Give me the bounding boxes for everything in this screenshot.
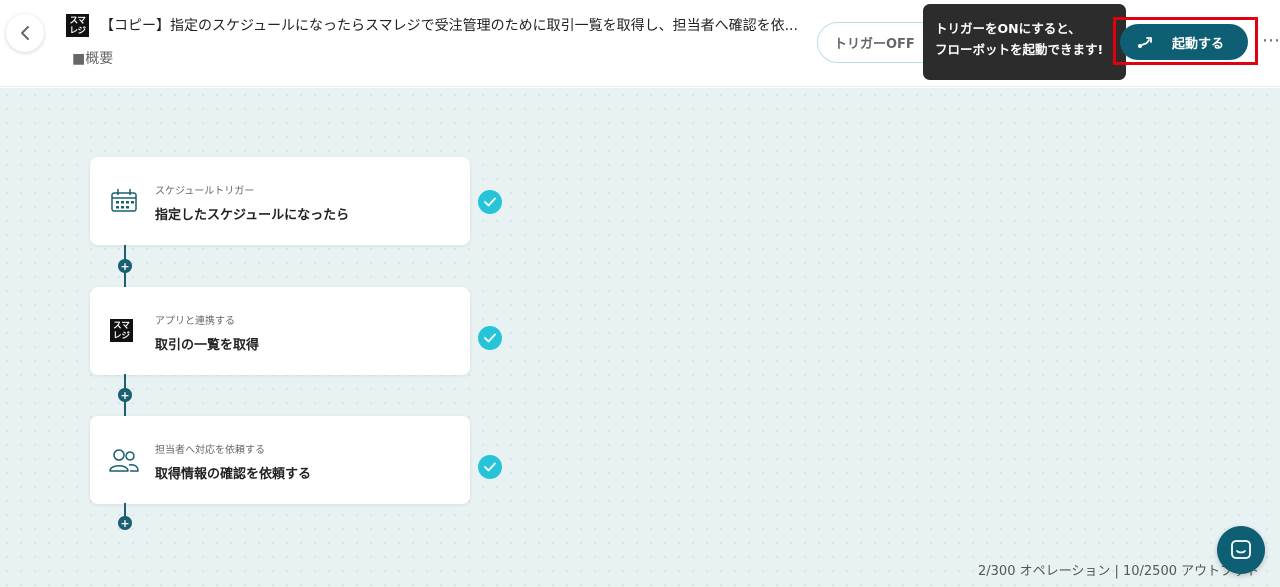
step-type-label: スケジュールトリガー bbox=[155, 186, 255, 197]
more-horizontal-icon[interactable]: ⋯ bbox=[1262, 30, 1280, 51]
chat-icon bbox=[1231, 540, 1251, 559]
smaregi-logo-icon: スマ レジ bbox=[110, 319, 133, 342]
calendar-icon bbox=[111, 189, 137, 212]
step-type-label: アプリと連携する bbox=[155, 316, 235, 327]
summary-link[interactable]: ■概要 bbox=[72, 48, 113, 68]
step-card-get-transactions[interactable]: スマ レジ アプリと連携する 取引の一覧を取得 bbox=[90, 287, 470, 375]
add-step-button[interactable]: + bbox=[118, 516, 132, 530]
add-step-button[interactable]: + bbox=[118, 259, 132, 273]
step-name-label: 指定したスケジュールになったら bbox=[155, 208, 350, 223]
header-bar: スマ レジ 【コピー】指定のスケジュールになったらスマレジで受注管理のために取引一… bbox=[0, 0, 1280, 87]
tooltip-line-1: トリガーをONにすると、 bbox=[935, 21, 1081, 36]
tooltip-line-2: フローボットを起動できます! bbox=[935, 42, 1104, 57]
route-icon bbox=[1138, 37, 1152, 48]
flow-title: 【コピー】指定のスケジュールになったらスマレジで受注管理のために取引一覧を取得し… bbox=[100, 18, 798, 34]
users-icon bbox=[109, 449, 139, 472]
step-card-schedule-trigger[interactable]: スケジュールトリガー 指定したスケジュールになったら bbox=[90, 157, 470, 245]
usage-counter: 2/300 オペレーション | 10/2500 アウトプット bbox=[978, 564, 1260, 579]
step-card-request-confirmation[interactable]: 担当者へ対応を依頼する 取得情報の確認を依頼する bbox=[90, 416, 470, 504]
launch-button[interactable]: 起動する bbox=[1120, 24, 1248, 60]
chevron-left-icon bbox=[21, 26, 29, 40]
trigger-tooltip: トリガーをONにすると、 フローボットを起動できます! bbox=[923, 4, 1126, 80]
check-icon bbox=[478, 326, 502, 350]
check-icon bbox=[478, 455, 502, 479]
chat-support-button[interactable] bbox=[1217, 526, 1265, 574]
launch-button-label: 起動する bbox=[1172, 37, 1225, 52]
check-icon bbox=[478, 190, 502, 214]
step-name-label: 取得情報の確認を依頼する bbox=[155, 467, 312, 482]
step-name-label: 取引の一覧を取得 bbox=[155, 338, 260, 353]
smaregi-logo-icon: スマ レジ bbox=[66, 14, 89, 37]
add-step-button[interactable]: + bbox=[118, 388, 132, 402]
step-type-label: 担当者へ対応を依頼する bbox=[155, 445, 265, 456]
back-button[interactable] bbox=[6, 14, 44, 52]
